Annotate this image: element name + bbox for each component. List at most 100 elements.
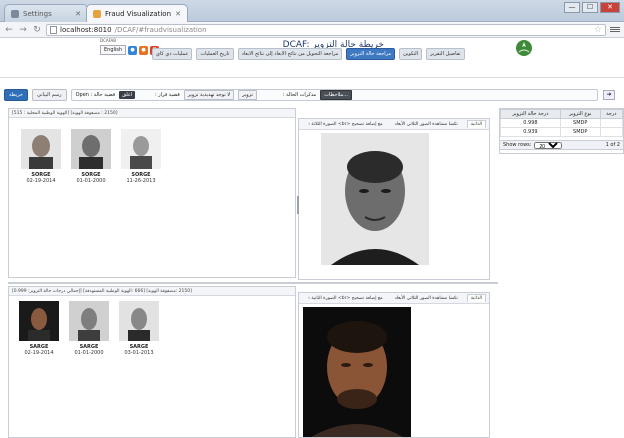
app-header: DCAF: خريطة حالة التزوير DCAFAB English … (0, 38, 624, 78)
address-bar[interactable]: localhost:8010/DCAF/#fraudvisualization … (46, 23, 606, 36)
no-threat-option[interactable]: لا توجد تهديدية تزوير (183, 90, 235, 100)
close-tab-icon[interactable]: ✕ (75, 10, 81, 18)
top-gallery-pane: [515 : الهوية الوطنية المحلية] [2150 : م… (8, 108, 296, 278)
bottom-photo-tabs: الذاتية تكشا مشاهدة الصور الثلاثي الأبعا… (299, 293, 489, 304)
column-header-extra[interactable]: درجة (599, 109, 624, 119)
forward-icon[interactable]: → (18, 25, 28, 35)
url-host: localhost:8010 (60, 25, 112, 34)
emblem-logo (516, 40, 532, 56)
bottom-gallery: SARGE 02-19-2014 SARGE 01-01-2000 SARGE … (19, 301, 159, 356)
bottom-photo-pane: الذاتية تكشا مشاهدة الصور الثلاثي الأبعا… (298, 292, 490, 438)
chat-icon[interactable]: ● (128, 45, 138, 55)
case-filter-bar: خريطة رسم البياني Open : قضية حالة اغلق … (4, 88, 598, 102)
close-tab-icon[interactable]: ✕ (175, 10, 181, 18)
lock-case-button[interactable]: اغلق (119, 91, 135, 99)
bottom-gallery-pane: [0.999 :إجمالي درجات حالة التزوير] [666 … (8, 286, 296, 438)
top-photo-tabs: الذاتية تكشا مشاهدة الصور الثلاثي الأبعا… (299, 119, 489, 130)
menu-configuration[interactable]: التكوين (399, 48, 423, 60)
gallery-item[interactable]: SARGE 01-01-2000 (69, 301, 109, 356)
top-gallery-header: [515 : الهوية الوطنية المحلية] [2150 : م… (9, 109, 295, 118)
settings-icon (11, 9, 19, 18)
url-path: /DCAF/#fraudvisualization (114, 25, 207, 34)
browser-toolbar: ← → ↻ localhost:8010/DCAF/#fraudvisualiz… (0, 22, 624, 38)
menu-dk-operations[interactable]: عمليات ذي كاي (152, 48, 193, 60)
tab-corrected-image[interactable]: مع إضافة تصحيح <br> الصورة الثانية › (305, 295, 386, 302)
face-thumbnail (119, 301, 159, 341)
type-cell: SMDP (559, 127, 601, 137)
top-gallery: SORGE 02-19-2014 SORGE 01-01-2000 SORGE … (21, 129, 161, 184)
page-favicon (93, 9, 101, 18)
top-photo-pane: الذاتية تكشا مشاهدة الصور الثلاثي الأبعا… (298, 118, 490, 280)
tab-self[interactable]: الذاتية (466, 294, 486, 302)
tab-label: Fraud Visualization (105, 9, 172, 18)
main-area: [515 : الهوية الوطنية المحلية] [2150 : م… (0, 108, 624, 438)
bottom-face-photo (303, 307, 411, 437)
window-controls: — ☐ ✕ (564, 2, 620, 13)
vertical-splitter[interactable] (297, 196, 299, 214)
page-info: 1 of 2 (605, 142, 620, 148)
back-icon[interactable]: ← (4, 25, 14, 35)
grid-pager: Show rows: 20 1 of 2 (499, 140, 624, 150)
column-header-score[interactable]: درجة حالة التزوير (500, 109, 561, 119)
fraud-option[interactable]: تزوير (238, 90, 257, 100)
type-cell: SMDP (559, 118, 601, 128)
bookmark-star-icon[interactable]: ☆ (594, 25, 602, 35)
tab-settings[interactable]: Settings ✕ (4, 4, 88, 22)
menu-report-details[interactable]: تفاصيل التقرير (426, 48, 465, 60)
map-button[interactable]: خريطة (4, 89, 29, 101)
subject-date: 02-19-2014 (26, 178, 56, 184)
browser-menu-icon[interactable] (610, 27, 620, 32)
subject-date: 01-01-2000 (74, 350, 104, 356)
face-thumbnail (69, 301, 109, 341)
tab-3d-view[interactable]: تكشا مشاهدة الصور الثلاثي الأبعاد (392, 295, 461, 302)
maximize-button[interactable]: ☐ (582, 2, 598, 13)
app-small-label: DCAFAB (100, 38, 117, 43)
top-face-photo (321, 133, 429, 265)
tab-3d-view[interactable]: تكشا مشاهدة الصور الثلاثي الأبعاد (392, 121, 461, 128)
browser-titlebar: Settings ✕ Fraud Visualization ✕ — ☐ ✕ (0, 0, 624, 22)
empty-cell (599, 118, 624, 128)
chart-button[interactable]: رسم البياني (32, 89, 67, 101)
subject-date: 02-19-2014 (24, 350, 54, 356)
language-switcher: English ● ● G (100, 45, 160, 55)
gallery-item[interactable]: SORGE 02-19-2014 (21, 129, 61, 184)
gallery-item[interactable]: SARGE 02-19-2014 (19, 301, 59, 356)
reload-icon[interactable]: ↻ (32, 25, 42, 35)
bottom-gallery-header: [0.999 :إجمالي درجات حالة التزوير] [666 … (9, 287, 295, 296)
subject-date: 01-01-2000 (76, 178, 106, 184)
table-row[interactable]: 0.939 SMDP (500, 127, 624, 137)
main-menu: تفاصيل التقرير التكوين مراجعة حالة التزو… (152, 48, 465, 60)
case-status-group: Open : قضية حالة اغلق : قضية قرار لا توج… (70, 89, 598, 101)
case-decision-label: : قضية قرار (154, 92, 180, 98)
english-button[interactable]: English (100, 45, 127, 55)
tab-label: Settings (23, 9, 52, 18)
subject-date: 11-26-2013 (126, 178, 156, 184)
tab-self[interactable]: الذاتية (466, 120, 486, 128)
gallery-item[interactable]: SARGE 03-01-2013 (119, 301, 159, 356)
face-thumbnail (121, 129, 161, 169)
face-thumbnail (21, 129, 61, 169)
face-thumbnail (71, 129, 111, 169)
column-header-type[interactable]: نوع التزوير (559, 109, 601, 119)
rows-per-page-select[interactable]: 20 (534, 141, 563, 149)
close-window-button[interactable]: ✕ (600, 2, 620, 13)
notes-button[interactable]: ملاحظات... (320, 90, 353, 100)
minimize-button[interactable]: — (564, 2, 580, 13)
table-row[interactable]: 0.998 SMDP (500, 118, 624, 128)
tab-fraud-visualization[interactable]: Fraud Visualization ✕ (86, 4, 188, 22)
menu-conversion-review[interactable]: مراجعة التحويل من نتائج الابعاد إلى نتائ… (237, 48, 343, 60)
gallery-item[interactable]: SORGE 11-26-2013 (121, 129, 161, 184)
case-notes-label: : مذكرات الحالة (282, 92, 317, 98)
case-open-label: Open : قضية حالة (75, 92, 116, 98)
horizontal-splitter[interactable] (8, 282, 498, 284)
menu-fraud-case-review[interactable]: مراجعة حالة التزوير (346, 48, 396, 60)
menu-operations-history[interactable]: تاريخ العمليات (196, 48, 234, 60)
page-icon (50, 25, 57, 34)
empty-cell (599, 127, 624, 137)
user-icon[interactable]: ● (139, 45, 149, 55)
tab-corrected-image[interactable]: مع إضافة تصحيح <br> الصورة الثلاثة › (305, 121, 386, 128)
score-cell: 0.998 (500, 118, 561, 128)
forward-arrow-button[interactable]: ➜ (603, 90, 615, 100)
gallery-item[interactable]: SORGE 01-01-2000 (71, 129, 111, 184)
rows-label: Show rows: (503, 142, 532, 148)
